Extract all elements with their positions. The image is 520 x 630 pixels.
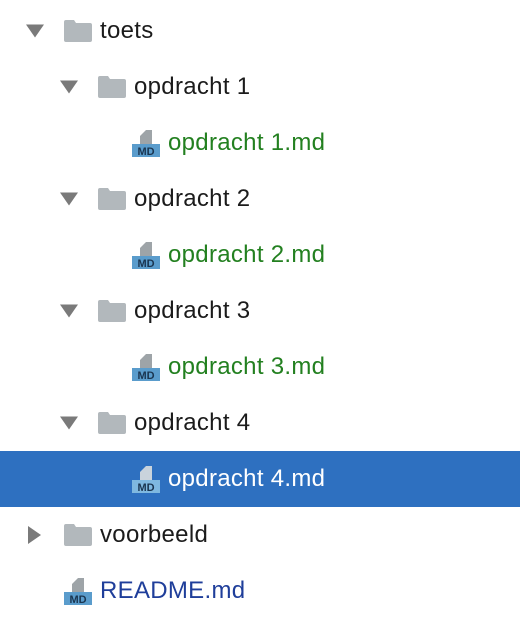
tree-item-label: opdracht 3.md — [168, 353, 326, 380]
chevron-down-icon[interactable] — [26, 24, 44, 38]
tree-item-opdracht-2-md[interactable]: MD opdracht 2.md — [0, 227, 520, 283]
markdown-file-icon: MD — [64, 578, 92, 606]
markdown-file-icon: MD — [132, 242, 160, 270]
tree-item-label: opdracht 2 — [134, 185, 251, 212]
tree-item-label: opdracht 4 — [134, 409, 251, 436]
tree-item-opdracht-1[interactable]: opdracht 1 — [0, 59, 520, 115]
tree-item-opdracht-1-md[interactable]: MD opdracht 1.md — [0, 115, 520, 171]
folder-icon — [64, 20, 92, 42]
markdown-file-icon: MD — [132, 130, 160, 158]
svg-text:MD: MD — [137, 146, 154, 158]
tree-item-label: opdracht 2.md — [168, 241, 326, 268]
tree-item-label: opdracht 4.md — [168, 465, 326, 492]
chevron-down-icon[interactable] — [60, 192, 78, 206]
tree-item-opdracht-2[interactable]: opdracht 2 — [0, 171, 520, 227]
tree-item-label: README.md — [100, 577, 246, 604]
svg-text:MD: MD — [137, 370, 154, 382]
tree-item-toets[interactable]: toets — [0, 3, 520, 59]
svg-text:MD: MD — [137, 482, 154, 494]
tree-item-label: opdracht 3 — [134, 297, 251, 324]
chevron-down-icon[interactable] — [60, 304, 78, 318]
folder-icon — [98, 76, 126, 98]
tree-item-label: opdracht 1.md — [168, 129, 326, 156]
folder-icon — [98, 412, 126, 434]
tree-item-opdracht-4[interactable]: opdracht 4 — [0, 395, 520, 451]
markdown-file-icon: MD — [132, 466, 160, 494]
folder-icon — [98, 188, 126, 210]
tree-item-opdracht-4-md[interactable]: MD opdracht 4.md — [0, 451, 520, 507]
tree-item-label: toets — [100, 17, 154, 44]
tree-item-label: opdracht 1 — [134, 73, 251, 100]
folder-icon — [98, 300, 126, 322]
tree-item-opdracht-3[interactable]: opdracht 3 — [0, 283, 520, 339]
folder-icon — [64, 524, 92, 546]
tree-item-voorbeeld[interactable]: voorbeeld — [0, 507, 520, 563]
chevron-down-icon[interactable] — [60, 80, 78, 94]
tree-item-opdracht-3-md[interactable]: MD opdracht 3.md — [0, 339, 520, 395]
project-tree: toets opdracht 1 MD opdracht 1.md opdrac… — [0, 0, 520, 630]
svg-text:MD: MD — [69, 594, 86, 606]
svg-text:MD: MD — [137, 258, 154, 270]
tree-item-label: voorbeeld — [100, 521, 209, 548]
chevron-down-icon[interactable] — [60, 416, 78, 430]
markdown-file-icon: MD — [132, 354, 160, 382]
chevron-right-icon[interactable] — [28, 526, 41, 544]
tree-item-readme-md[interactable]: MD README.md — [0, 563, 520, 619]
